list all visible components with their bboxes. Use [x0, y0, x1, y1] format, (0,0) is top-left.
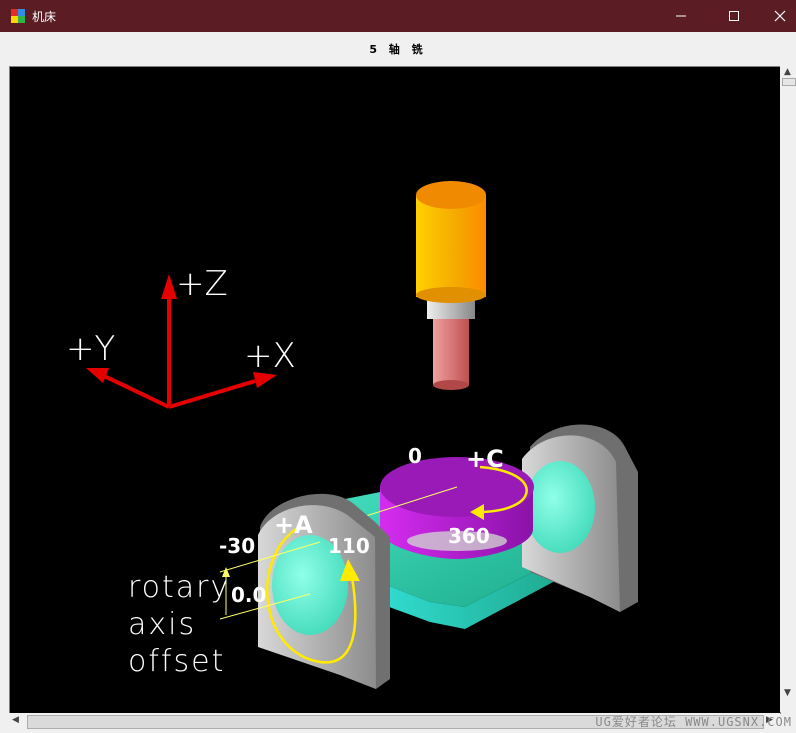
minimize-icon — [676, 15, 686, 17]
x-axis-label: +X — [244, 336, 296, 376]
scroll-down-icon[interactable]: ▼ — [784, 688, 791, 698]
a-axis-min-label: -30 — [219, 534, 255, 558]
machine-type-title: 5 轴 铣 — [369, 43, 427, 56]
vertical-scrollbar[interactable]: ▲ ▼ — [780, 66, 796, 712]
offset-caption-line-1: rotary — [128, 570, 230, 605]
offset-caption-line-2: axis — [128, 607, 196, 642]
maximize-button[interactable] — [711, 0, 757, 32]
a-axis-label: +A — [274, 511, 313, 539]
axis-triad: +Z +Y +X — [66, 264, 296, 409]
machine-scene: +Z +Y +X 0 +C 360 +A -30 110 0.0 rotary … — [66, 181, 638, 689]
graphics-viewport[interactable]: +Z +Y +X 0 +C 360 +A -30 110 0.0 rotary … — [9, 66, 781, 714]
c-axis-start-label: 0 — [408, 444, 422, 468]
c-axis-label: +C — [466, 445, 504, 473]
right-trunnion-disc — [525, 461, 595, 553]
z-axis-label: +Z — [176, 264, 228, 304]
header-bar: 5 轴 铣 — [0, 32, 796, 64]
scroll-up-icon[interactable]: ▲ — [784, 67, 791, 77]
maximize-icon — [729, 11, 739, 21]
scroll-left-icon[interactable]: ◀ — [12, 715, 19, 725]
offset-value-label: 0.0 — [231, 583, 266, 607]
app-grid-icon[interactable] — [11, 9, 25, 23]
window-title: 机床 — [32, 10, 57, 24]
tool-spindle — [433, 317, 469, 385]
c-axis-end-label: 360 — [448, 524, 490, 548]
close-button[interactable] — [757, 0, 796, 32]
minimize-button[interactable] — [658, 0, 704, 32]
offset-caption-line-3: offset — [128, 644, 225, 679]
title-bar: 机床 — [0, 0, 796, 32]
y-axis-label: +Y — [66, 329, 115, 369]
tool-holder — [416, 195, 486, 297]
vertical-scroll-thumb[interactable] — [782, 78, 796, 86]
watermark-text: UG爱好者论坛 WWW.UGSNX.COM — [595, 715, 792, 729]
cutting-tool — [416, 181, 486, 390]
tool-top — [416, 181, 486, 209]
close-icon — [774, 10, 786, 22]
a-axis-max-label: 110 — [328, 534, 370, 558]
